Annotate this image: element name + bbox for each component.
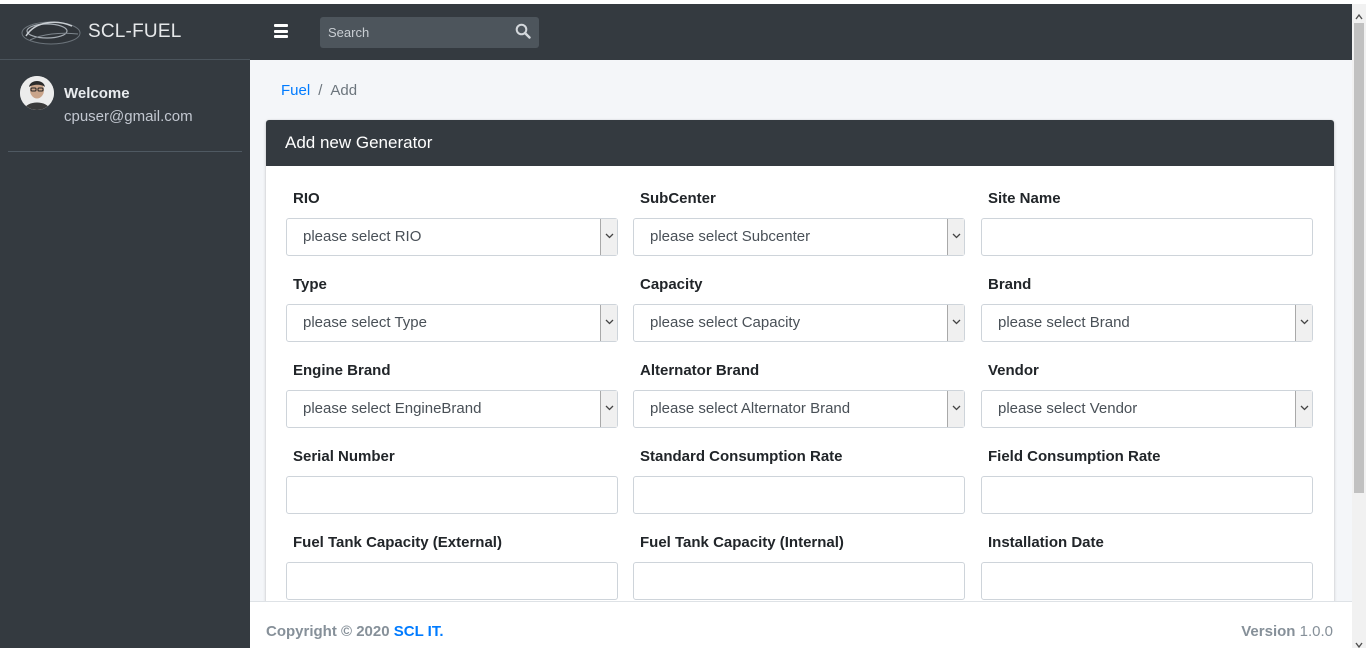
field-consumption-label: Field Consumption Rate <box>988 448 1161 465</box>
chevron-down-icon <box>947 219 964 255</box>
scrollbar-thumb[interactable] <box>1354 23 1364 493</box>
user-panel: Welcome cpuser@gmail.com <box>0 60 250 125</box>
user-welcome: Welcome <box>64 85 130 102</box>
navbar-search <box>320 17 539 48</box>
alternator-brand-select[interactable]: please select Alternator Brand <box>633 390 965 428</box>
brand-link[interactable]: SCL-FUEL <box>0 4 250 60</box>
site-name-label: Site Name <box>988 190 1061 207</box>
brand-label: Brand <box>988 276 1032 293</box>
subcenter-label: SubCenter <box>640 190 716 207</box>
field-consumption-input[interactable] <box>981 476 1313 514</box>
subcenter-field: SubCenter please select Subcenter <box>633 190 965 256</box>
breadcrumb-separator: / <box>318 82 323 99</box>
chevron-down-icon <box>947 305 964 341</box>
sidebar: SCL-FUEL Welcome cpuser@gmail.com <box>0 4 250 648</box>
brand-name: SCL-FUEL <box>88 20 182 42</box>
rio-field: RIO please select RIO <box>286 190 618 256</box>
scroll-down-arrow-icon[interactable] <box>1355 636 1363 648</box>
fuel-tank-internal-input[interactable] <box>633 562 965 600</box>
copyright-text: Copyright © 2020 <box>266 623 390 640</box>
brand-select-value: please select Brand <box>998 314 1130 331</box>
alternator-brand-select-value: please select Alternator Brand <box>650 400 851 417</box>
scroll-up-arrow-icon[interactable] <box>1355 8 1363 20</box>
brand-select[interactable]: please select Brand <box>981 304 1313 342</box>
search-input[interactable] <box>320 17 505 48</box>
rio-select[interactable]: please select RIO <box>286 218 618 256</box>
serial-number-label: Serial Number <box>293 448 395 465</box>
menu-toggle-icon[interactable] <box>274 24 288 38</box>
subcenter-select-value: please select Subcenter <box>650 228 811 245</box>
fuel-tank-external-input[interactable] <box>286 562 618 600</box>
user-avatar[interactable] <box>20 76 54 110</box>
capacity-label: Capacity <box>640 276 703 293</box>
chevron-down-icon <box>600 305 617 341</box>
installation-date-field: Installation Date <box>981 534 1313 600</box>
fuel-tank-internal-field: Fuel Tank Capacity (Internal) <box>633 534 965 600</box>
main-content: Fuel / Add Add new Generator RIO please se… <box>250 60 1352 601</box>
capacity-select-value: please select Capacity <box>650 314 801 331</box>
company-link[interactable]: SCL IT. <box>394 623 444 640</box>
capacity-field: Capacity please select Capacity <box>633 276 965 342</box>
top-navbar <box>250 4 1352 60</box>
footer-copyright: Copyright © 2020 SCL IT. <box>266 623 444 640</box>
installation-date-label: Installation Date <box>988 534 1104 551</box>
vendor-select-value: please select Vendor <box>998 400 1138 417</box>
standard-consumption-label: Standard Consumption Rate <box>640 448 843 465</box>
engine-brand-select[interactable]: please select EngineBrand <box>286 390 618 428</box>
site-name-input[interactable] <box>981 218 1313 256</box>
type-field: Type please select Type <box>286 276 618 342</box>
standard-consumption-input[interactable] <box>633 476 965 514</box>
vendor-label: Vendor <box>988 362 1039 379</box>
breadcrumb: Fuel / Add <box>281 82 357 99</box>
footer-version: Version 1.0.0 <box>1241 623 1333 640</box>
serial-number-input[interactable] <box>286 476 618 514</box>
type-label: Type <box>293 276 327 293</box>
rio-label: RIO <box>293 190 320 207</box>
chevron-down-icon <box>1295 305 1312 341</box>
user-email[interactable]: cpuser@gmail.com <box>64 108 193 125</box>
engine-brand-select-value: please select EngineBrand <box>303 400 482 417</box>
page-scrollbar[interactable] <box>1352 4 1366 648</box>
card-title: Add new Generator <box>266 120 1334 166</box>
user-info: Welcome cpuser@gmail.com <box>64 85 193 125</box>
brand-field: Brand please select Brand <box>981 276 1313 342</box>
version-label: Version <box>1241 623 1296 640</box>
engine-brand-label: Engine Brand <box>293 362 391 379</box>
site-name-field: Site Name <box>981 190 1313 256</box>
fuel-tank-internal-label: Fuel Tank Capacity (Internal) <box>640 534 844 551</box>
add-generator-card: Add new Generator RIO please select RIO … <box>266 120 1334 601</box>
chevron-down-icon <box>600 391 617 427</box>
vendor-select[interactable]: please select Vendor <box>981 390 1313 428</box>
footer: Copyright © 2020 SCL IT. Version 1.0.0 <box>250 601 1352 648</box>
breadcrumb-current: Add <box>330 82 358 99</box>
brand-logo <box>20 16 82 48</box>
fuel-tank-external-label: Fuel Tank Capacity (External) <box>293 534 502 551</box>
alternator-brand-label: Alternator Brand <box>640 362 760 379</box>
rio-select-value: please select RIO <box>303 228 422 245</box>
alternator-brand-field: Alternator Brand please select Alternato… <box>633 362 965 428</box>
version-number: 1.0.0 <box>1299 623 1333 640</box>
engine-brand-field: Engine Brand please select EngineBrand <box>286 362 618 428</box>
type-select-value: please select Type <box>303 314 427 331</box>
field-consumption-field: Field Consumption Rate <box>981 448 1313 514</box>
chevron-down-icon <box>600 219 617 255</box>
fuel-tank-external-field: Fuel Tank Capacity (External) <box>286 534 618 600</box>
type-select[interactable]: please select Type <box>286 304 618 342</box>
installation-date-input[interactable] <box>981 562 1313 600</box>
serial-number-field: Serial Number <box>286 448 618 514</box>
chevron-down-icon <box>1295 391 1312 427</box>
chevron-down-icon <box>947 391 964 427</box>
breadcrumb-fuel-link[interactable]: Fuel <box>281 82 310 99</box>
sidebar-divider <box>8 151 242 152</box>
search-icon[interactable] <box>515 23 533 41</box>
subcenter-select[interactable]: please select Subcenter <box>633 218 965 256</box>
capacity-select[interactable]: please select Capacity <box>633 304 965 342</box>
standard-consumption-field: Standard Consumption Rate <box>633 448 965 514</box>
vendor-field: Vendor please select Vendor <box>981 362 1313 428</box>
